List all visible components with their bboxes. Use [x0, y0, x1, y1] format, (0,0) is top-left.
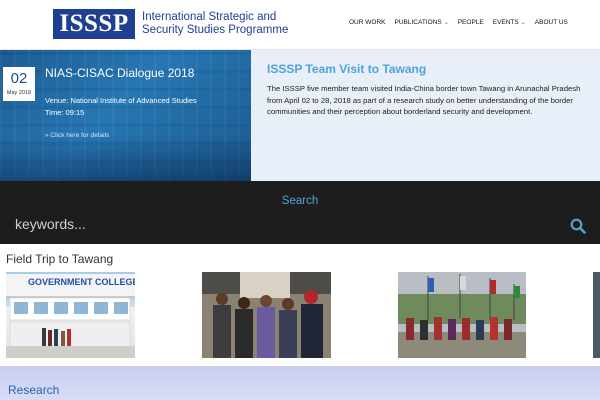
nav-label: OUR WORK: [349, 19, 386, 26]
logo-org-name: International Strategic and Security Stu…: [142, 11, 288, 37]
search-heading: Search: [281, 195, 319, 207]
event-details-link[interactable]: » Click here for details: [45, 132, 109, 139]
monastery-photo-illustration: [398, 272, 526, 358]
search-input[interactable]: [15, 214, 555, 234]
event-day: 02: [10, 70, 28, 87]
event-month: May 2018: [6, 90, 32, 96]
event-time: Time: 09:15: [45, 108, 85, 117]
news-panel: ISSSP Team Visit to Tawang The ISSSP fiv…: [251, 50, 600, 181]
event-banner[interactable]: 02 May 2018 NIAS-CISAC Dialogue 2018 Ven…: [0, 50, 251, 181]
site-logo[interactable]: ISSSP International Strategic and Securi…: [53, 9, 288, 39]
org-name-line2: Security Studies Programme: [142, 24, 289, 36]
nav-about-us[interactable]: ABOUT US: [535, 19, 568, 26]
event-title[interactable]: NIAS-CISAC Dialogue 2018: [45, 66, 194, 80]
nav-our-work[interactable]: OUR WORK: [349, 19, 385, 26]
main-nav: OUR WORK PUBLICATIONS ⌄ PEOPLE EVENTS ⌄ AB…: [349, 19, 577, 26]
nav-label: PEOPLE: [457, 19, 484, 26]
field-trip-photo-partial[interactable]: [593, 272, 600, 358]
nav-events[interactable]: EVENTS ⌄: [493, 19, 526, 26]
news-title[interactable]: ISSSP Team Visit to Tawang: [267, 62, 426, 76]
nav-publications[interactable]: PUBLICATIONS ⌄: [394, 19, 448, 26]
research-section: Research: [0, 366, 600, 400]
chevron-down-icon: ⌄: [443, 20, 449, 26]
search-section: Search: [0, 181, 600, 244]
nav-label: EVENTS: [492, 19, 519, 26]
news-body: The ISSSP five member team visited India…: [267, 84, 581, 116]
logo-mark: ISSSP: [53, 9, 135, 39]
chevron-down-icon: ⌄: [520, 20, 526, 26]
site-header: ISSSP International Strategic and Securi…: [0, 0, 600, 50]
field-trip-heading: Field Trip to Tawang: [6, 252, 114, 266]
field-trip-photo-monastery[interactable]: [398, 272, 526, 358]
event-date-badge: 02 May 2018: [3, 67, 35, 101]
hero-section: 02 May 2018 NIAS-CISAC Dialogue 2018 Ven…: [0, 50, 600, 181]
nav-label: ABOUT US: [534, 19, 568, 26]
field-trip-photo-college[interactable]: GOVERNMENT COLLEGE: [6, 272, 135, 358]
event-venue: Venue: National Institute of Advanced St…: [45, 96, 197, 105]
research-heading: Research: [8, 383, 60, 397]
nav-people[interactable]: PEOPLE: [458, 19, 484, 26]
field-trip-photo-group[interactable]: [202, 272, 331, 358]
college-sign-text: GOVERNMENT COLLEGE: [28, 277, 135, 287]
event-photo-shade: [0, 135, 251, 181]
org-name-line1: International Strategic and: [142, 11, 277, 23]
search-icon[interactable]: [570, 218, 586, 234]
nav-label: PUBLICATIONS: [394, 19, 442, 26]
group-photo-illustration: [202, 272, 331, 358]
